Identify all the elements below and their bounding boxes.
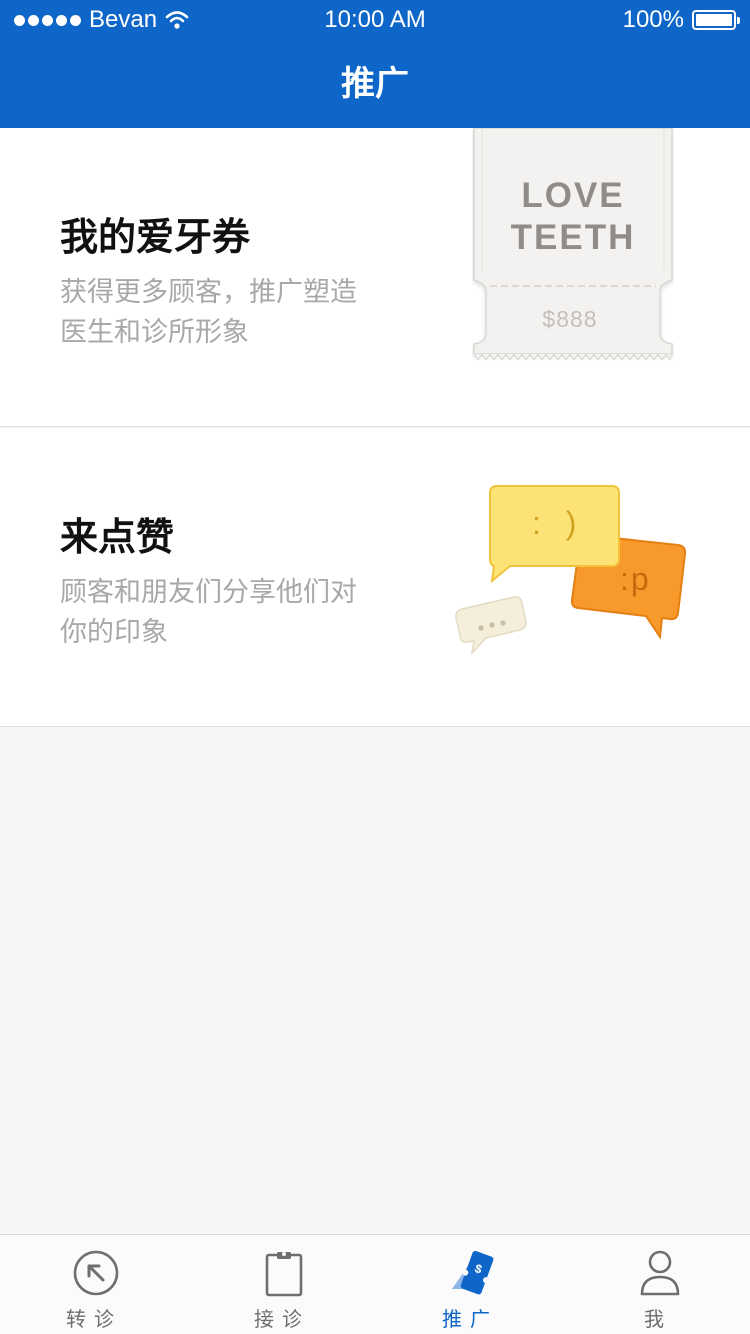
ticket-teeth-text: TEETH xyxy=(510,218,636,257)
likes-card[interactable]: 来点赞 顾客和朋友们分享他们对你的印象 : ) :p xyxy=(0,428,750,727)
person-icon xyxy=(640,1250,680,1296)
status-bar-right: 100% xyxy=(622,6,740,34)
tab-me[interactable]: 我 xyxy=(564,1235,750,1334)
ticket-price: $888 xyxy=(542,306,598,332)
battery-icon xyxy=(692,10,740,30)
card-description: 顾客和朋友们分享他们对你的印象 xyxy=(60,577,357,648)
tab-bar: 转诊 接诊 $ 推广 我 xyxy=(0,1234,750,1334)
tab-label: 转诊 xyxy=(66,1307,122,1331)
tab-referral[interactable]: 转诊 xyxy=(0,1235,188,1334)
page-title: 推广 xyxy=(341,64,409,104)
referral-arrow-icon xyxy=(73,1250,119,1296)
battery-percent: 100% xyxy=(622,6,684,33)
tab-reception[interactable]: 接诊 xyxy=(188,1235,376,1334)
tab-label: 接诊 xyxy=(254,1307,310,1331)
chat-bubbles-illustration: : ) :p xyxy=(450,483,700,673)
clipboard-icon xyxy=(265,1252,303,1297)
tab-label: 推广 xyxy=(442,1307,498,1331)
nav-bar: 推广 xyxy=(0,40,750,128)
status-bar: Bevan 10:00 AM 100% xyxy=(0,0,750,40)
tab-label: 我 xyxy=(644,1307,672,1331)
card-description: 获得更多顾客，推广塑造医生和诊所形象 xyxy=(60,277,357,348)
card-title: 我的爱牙券 xyxy=(60,215,251,259)
promotion-ticket-icon: $ xyxy=(452,1250,494,1295)
card-title: 来点赞 xyxy=(60,515,175,559)
ticket-love-text: LOVE xyxy=(521,176,625,215)
love-teeth-coupon-card[interactable]: 我的爱牙券 获得更多顾客，推广塑造医生和诊所形象 LOVE TEETH $888 xyxy=(0,128,750,427)
tongue-bubble-text: :p xyxy=(620,561,651,597)
ticket-illustration: LOVE TEETH $888 xyxy=(472,128,674,368)
tab-promotion[interactable]: $ 推广 xyxy=(376,1235,564,1334)
smile-bubble-text: : ) xyxy=(532,505,585,541)
